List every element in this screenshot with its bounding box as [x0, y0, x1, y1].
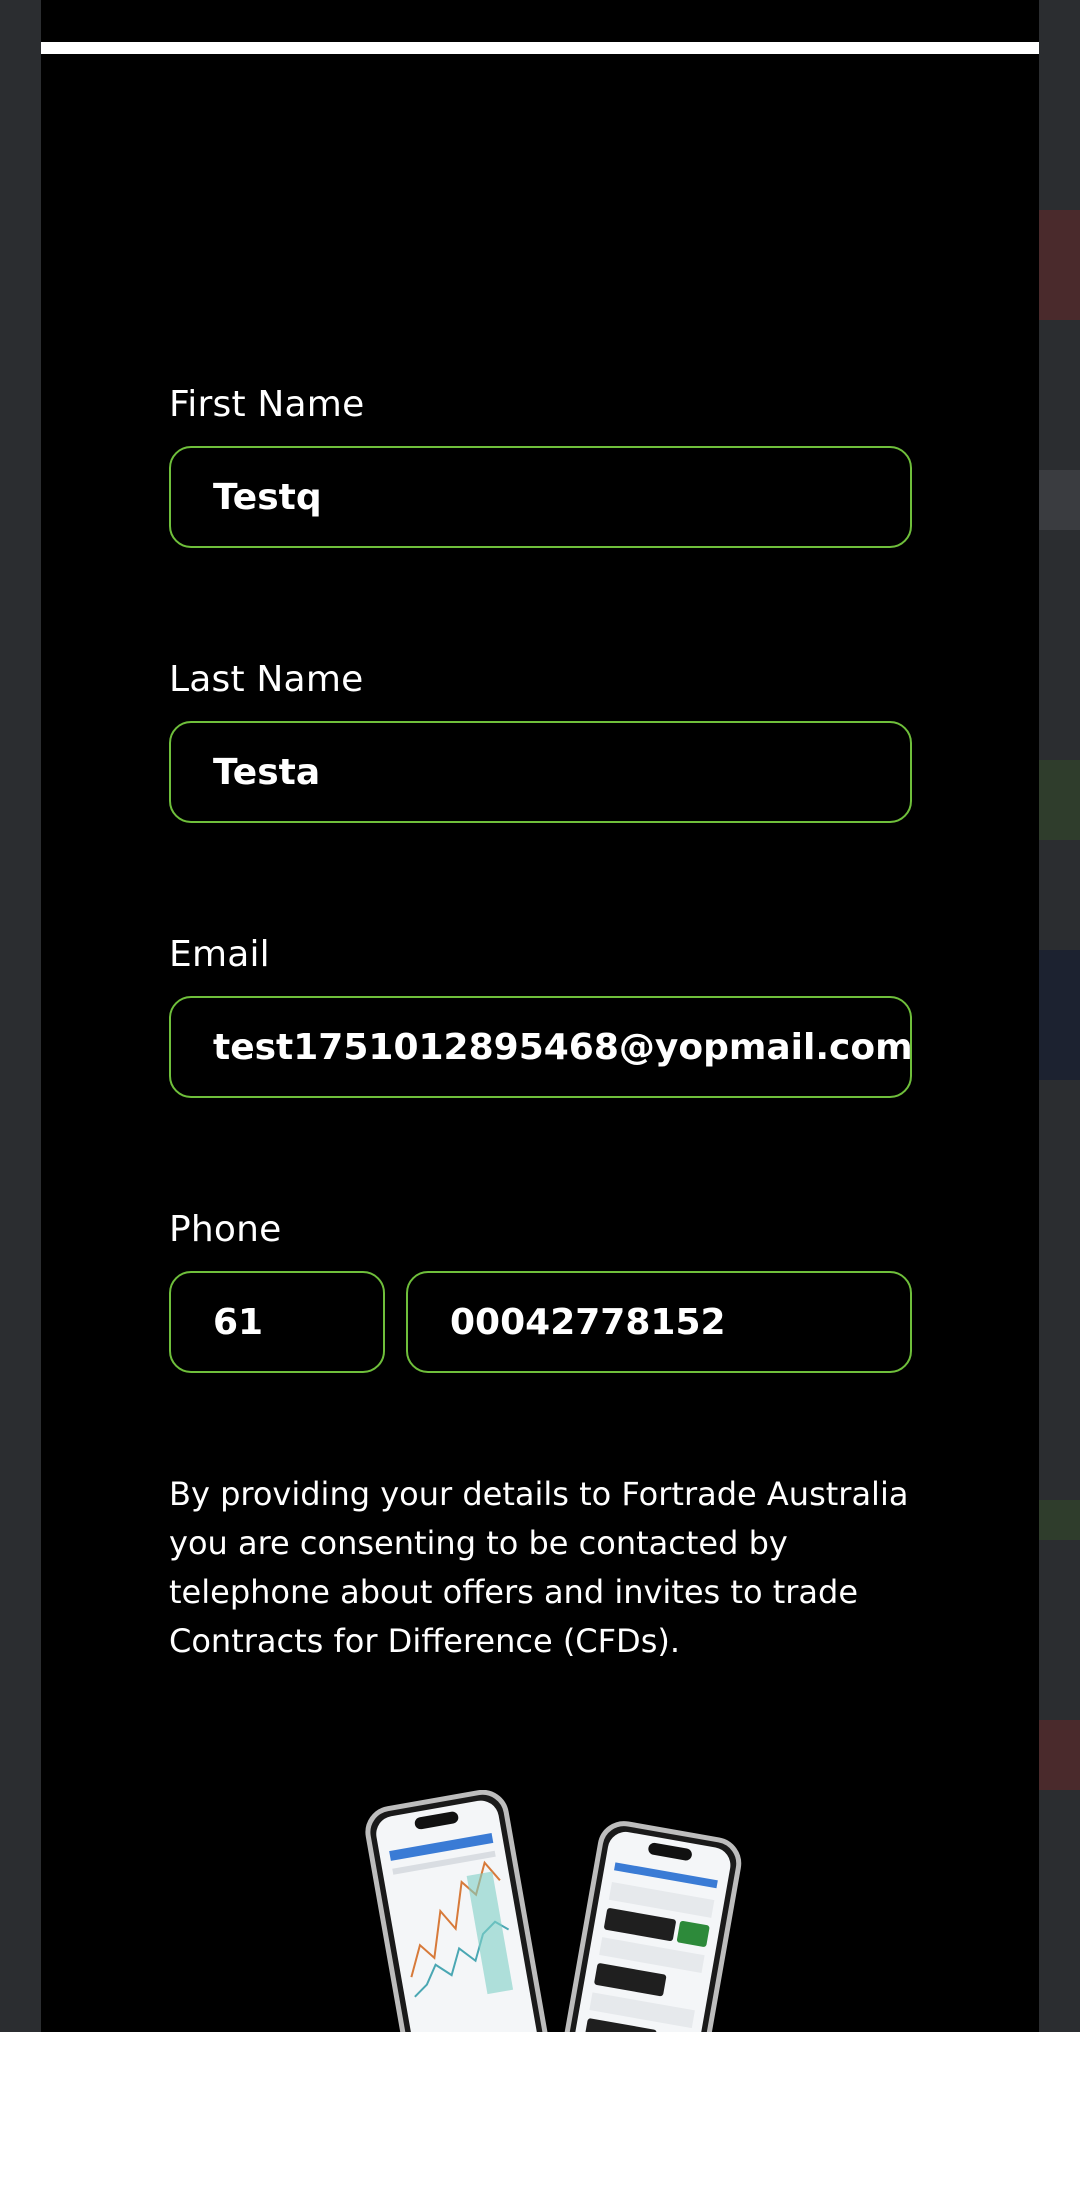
- first-name-label: First Name: [169, 384, 365, 425]
- signup-modal: First Name Last Name Email Phone By prov…: [41, 0, 1039, 2032]
- page-footer: [0, 2032, 1080, 2186]
- backdrop-accent: [1039, 1720, 1080, 1790]
- phone-label: Phone: [169, 1209, 282, 1250]
- backdrop-accent: [1039, 210, 1080, 320]
- backdrop-accent: [1039, 760, 1080, 840]
- modal-top-bar: [41, 42, 1039, 54]
- backdrop-accent: [1039, 1500, 1080, 1540]
- first-name-field[interactable]: [169, 446, 912, 548]
- last-name-label: Last Name: [169, 659, 364, 700]
- phone-number-field[interactable]: [406, 1271, 912, 1373]
- phone-country-code-field[interactable]: [169, 1271, 385, 1373]
- phones-app-preview-image: [365, 1790, 742, 2032]
- consent-text: By providing your details to Fortrade Au…: [169, 1475, 909, 1660]
- last-name-field[interactable]: [169, 721, 912, 823]
- backdrop-accent: [1039, 950, 1080, 1080]
- backdrop-accent: [1039, 470, 1080, 530]
- email-field[interactable]: [169, 996, 912, 1098]
- email-label: Email: [169, 934, 270, 975]
